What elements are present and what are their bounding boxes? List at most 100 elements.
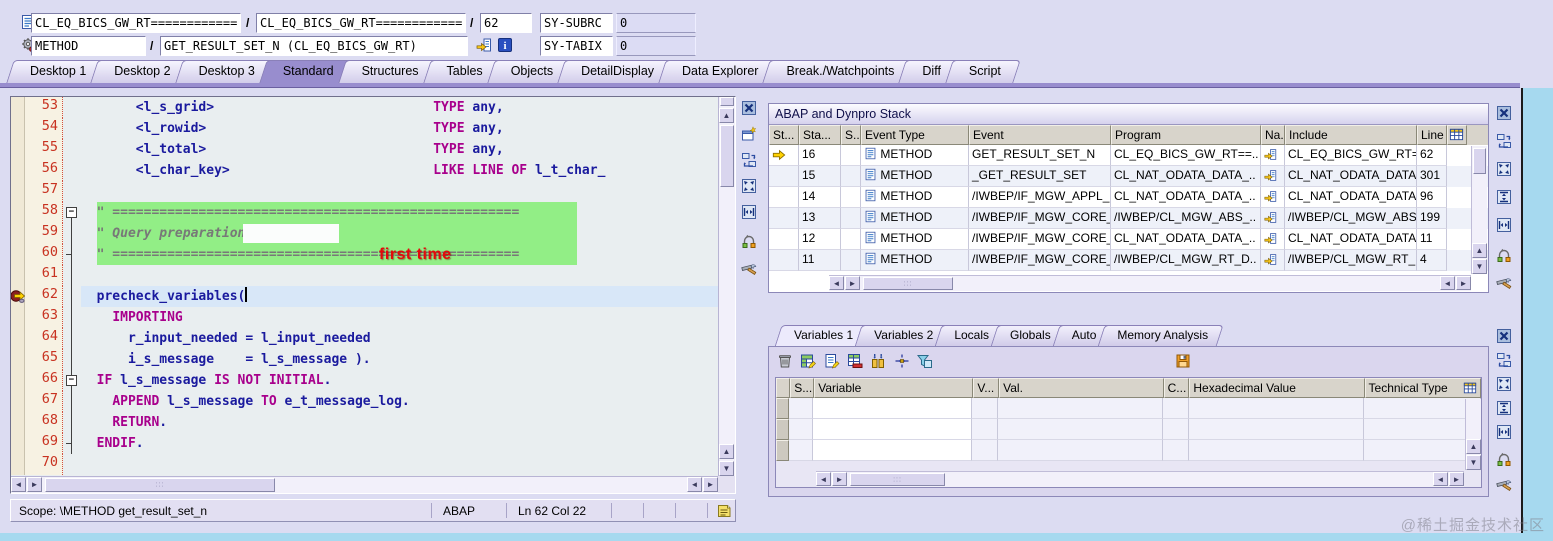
fold-column[interactable] bbox=[63, 118, 81, 139]
stack-number[interactable]: 12 bbox=[799, 229, 841, 250]
change-variable-icon[interactable] bbox=[800, 353, 817, 369]
code-line-67[interactable]: 67 APPEND l_s_message TO e_t_message_log… bbox=[11, 391, 718, 412]
maximize-icon[interactable] bbox=[1496, 376, 1512, 392]
remove-row-icon[interactable] bbox=[847, 353, 863, 369]
stack-current-marker[interactable] bbox=[769, 250, 799, 271]
line-number[interactable]: 57 bbox=[25, 181, 63, 202]
stack-include[interactable]: CL_NAT_ODATA_DATA_.. bbox=[1285, 229, 1417, 250]
breakpoint-gutter[interactable] bbox=[11, 307, 25, 328]
fold-column[interactable] bbox=[63, 160, 81, 181]
stack-line[interactable]: 4 bbox=[1417, 250, 1447, 271]
scroll-right-button[interactable]: ► bbox=[1449, 472, 1464, 486]
stack-event[interactable]: _GET_RESULT_SET bbox=[969, 166, 1111, 187]
variable-cell[interactable] bbox=[972, 419, 998, 440]
display-variable-icon[interactable] bbox=[824, 353, 840, 369]
scroll-thumb[interactable]: ::: bbox=[863, 277, 953, 290]
event-type-field[interactable] bbox=[31, 36, 146, 56]
code-line-59[interactable]: 59 " Query preparation bbox=[11, 223, 718, 244]
save-icon[interactable] bbox=[1175, 353, 1191, 369]
line-number[interactable]: 56 bbox=[25, 160, 63, 181]
code-line-70[interactable]: 70 bbox=[11, 454, 718, 475]
line-number[interactable]: 53 bbox=[25, 97, 63, 118]
editor-vertical-scrollbar[interactable]: ▲ ▲ ▼ bbox=[718, 97, 735, 476]
stack-event-type[interactable]: METHOD bbox=[861, 187, 969, 208]
variable-cell[interactable] bbox=[972, 398, 998, 419]
close-icon[interactable] bbox=[741, 100, 757, 116]
variable-cell[interactable] bbox=[997, 398, 1163, 419]
compare-values-icon[interactable] bbox=[1496, 452, 1512, 468]
stack-program[interactable]: CL_NAT_ODATA_DATA_.. bbox=[1111, 229, 1261, 250]
stack-navigation-icon[interactable] bbox=[1261, 229, 1285, 250]
variable-cell[interactable] bbox=[997, 440, 1163, 461]
stack-current-marker[interactable] bbox=[769, 229, 799, 250]
breakpoint-gutter[interactable] bbox=[11, 454, 25, 475]
code-line-64[interactable]: 64 r_input_needed = l_input_needed bbox=[11, 328, 718, 349]
variable-cell[interactable] bbox=[788, 419, 813, 440]
tab-memory-analysis[interactable]: Memory Analysis bbox=[1101, 325, 1220, 347]
stack-row-14[interactable]: 14 METHOD/IWBEP/IF_MGW_APPL_.. CL_NAT_ODA… bbox=[769, 187, 1488, 208]
line-number[interactable]: 61 bbox=[25, 265, 63, 286]
scroll-left-button[interactable]: ◄ bbox=[1433, 472, 1448, 486]
code-line-53[interactable]: 53 <l_s_grid> TYPE any, bbox=[11, 97, 718, 118]
fold-column[interactable] bbox=[63, 391, 81, 412]
line-number-field[interactable] bbox=[480, 13, 532, 33]
stack-program[interactable]: CL_NAT_ODATA_DATA_.. bbox=[1111, 166, 1261, 187]
stack-row-11[interactable]: 11 METHOD/IWBEP/IF_MGW_CORE_../IWBEP/CL_… bbox=[769, 250, 1488, 271]
code-text[interactable]: IMPORTING bbox=[81, 307, 718, 328]
row-selector[interactable] bbox=[776, 419, 789, 440]
row-selector[interactable] bbox=[776, 440, 789, 461]
stack-horizontal-scrollbar[interactable]: ◄ ► ::: ◄ ► bbox=[829, 275, 1471, 291]
filter-icon[interactable] bbox=[917, 353, 933, 369]
code-text[interactable]: " ======================================… bbox=[81, 244, 718, 265]
row-selector[interactable] bbox=[776, 398, 789, 419]
variables-horizontal-scrollbar[interactable]: ◄ ► ::: ◄ ► bbox=[816, 471, 1464, 487]
breakpoint-gutter[interactable] bbox=[11, 181, 25, 202]
line-number[interactable]: 66 bbox=[25, 370, 63, 391]
stack-s-col[interactable] bbox=[841, 208, 861, 229]
swap-panel-icon[interactable] bbox=[1496, 352, 1512, 368]
variables-row[interactable] bbox=[776, 440, 1481, 461]
breakpoint-gutter[interactable] bbox=[11, 349, 25, 370]
tab-data-explorer[interactable]: Data Explorer bbox=[662, 60, 774, 83]
breakpoint-gutter[interactable] bbox=[11, 370, 25, 391]
stack-navigation-icon[interactable] bbox=[1261, 166, 1285, 187]
variable-cell[interactable] bbox=[1188, 419, 1365, 440]
stack-current-marker[interactable] bbox=[769, 145, 799, 166]
stack-program[interactable]: CL_NAT_ODATA_DATA_.. bbox=[1111, 187, 1261, 208]
stack-include[interactable]: CL_EQ_BICS_GW_RT==.. bbox=[1285, 145, 1417, 166]
variable-input-cell[interactable] bbox=[812, 398, 973, 419]
fold-column[interactable] bbox=[63, 433, 81, 454]
line-number[interactable]: 55 bbox=[25, 139, 63, 160]
code-text[interactable]: IF l_s_message IS NOT INITIAL. bbox=[81, 370, 718, 391]
stack-s-col[interactable] bbox=[841, 229, 861, 250]
code-text[interactable]: " Query preparation bbox=[81, 223, 718, 244]
resize-horizontal-icon[interactable] bbox=[1496, 424, 1512, 440]
code-line-65[interactable]: 65 i_s_message = l_s_message ). bbox=[11, 349, 718, 370]
stack-event[interactable]: /IWBEP/IF_MGW_CORE_.. bbox=[969, 208, 1111, 229]
line-number[interactable]: 67 bbox=[25, 391, 63, 412]
stack-s-col[interactable] bbox=[841, 145, 861, 166]
stack-navigation-icon[interactable] bbox=[1261, 145, 1285, 166]
breakpoint-gutter[interactable] bbox=[11, 265, 25, 286]
line-number[interactable]: 64 bbox=[25, 328, 63, 349]
tab-variables-2[interactable]: Variables 2 bbox=[858, 325, 945, 347]
tab-desktop-1[interactable]: Desktop 1 bbox=[10, 60, 102, 83]
code-line-60[interactable]: 60 " ===================================… bbox=[11, 244, 718, 265]
stack-event-type[interactable]: METHOD bbox=[861, 229, 969, 250]
compare-values-icon[interactable] bbox=[741, 234, 757, 250]
navigate-to-source-icon[interactable] bbox=[476, 37, 492, 53]
stack-event-type[interactable]: METHOD bbox=[861, 166, 969, 187]
breakpoint-gutter[interactable] bbox=[11, 412, 25, 433]
code-editor[interactable]: 53 <l_s_grid> TYPE any, 54 <l_rowid> TYPE… bbox=[10, 96, 736, 494]
scroll-up-button[interactable]: ▲ bbox=[719, 108, 734, 123]
breakpoint-gutter[interactable] bbox=[11, 223, 25, 244]
fold-column[interactable] bbox=[63, 454, 81, 475]
stack-event-type[interactable]: METHOD bbox=[861, 250, 969, 271]
variable-cell[interactable] bbox=[1162, 419, 1189, 440]
stack-s-col[interactable] bbox=[841, 250, 861, 271]
variable-cell[interactable] bbox=[1162, 440, 1189, 461]
stack-row-13[interactable]: 13 METHOD/IWBEP/IF_MGW_CORE_../IWBEP/CL_… bbox=[769, 208, 1488, 229]
fold-column[interactable] bbox=[63, 244, 81, 265]
sy-subrc-name-field[interactable] bbox=[540, 13, 613, 33]
fold-column[interactable] bbox=[63, 223, 81, 244]
